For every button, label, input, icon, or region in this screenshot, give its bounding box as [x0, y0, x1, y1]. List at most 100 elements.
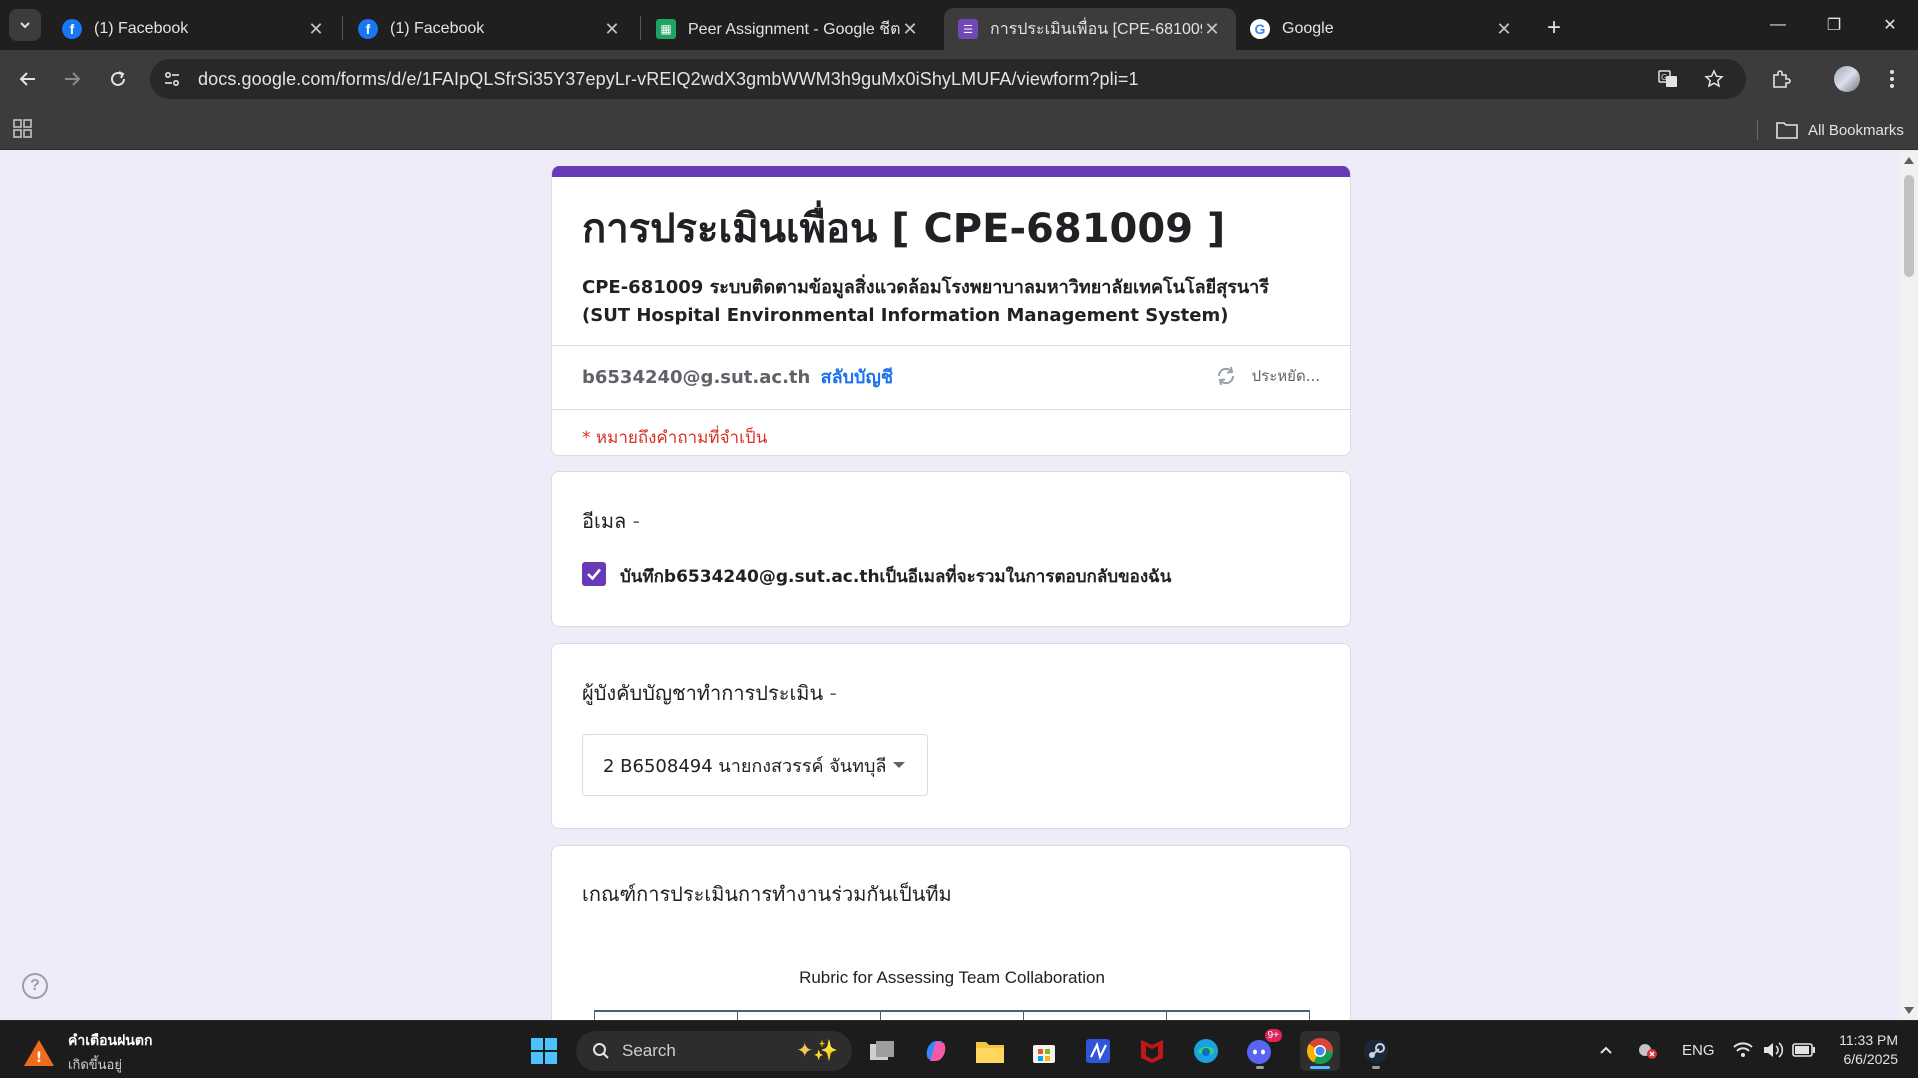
tray-app-icon[interactable]: [1636, 1021, 1658, 1078]
new-tab-button[interactable]: +: [1538, 12, 1570, 44]
browser-toolbar: docs.google.com/forms/d/e/1FAIpQLSfrSi35…: [0, 50, 1918, 108]
help-icon[interactable]: ?: [22, 973, 48, 999]
svg-text:G: G: [1661, 73, 1667, 82]
copilot-app[interactable]: [916, 1031, 956, 1071]
close-tab-icon[interactable]: ✕: [602, 19, 622, 40]
tab-title: Google: [1282, 20, 1334, 37]
account-email: b6534240@g.sut.ac.th: [582, 367, 811, 388]
facebook-icon: f: [62, 19, 82, 39]
rubric-column: [880, 1012, 1023, 1020]
switch-account-link[interactable]: สลับบัญชี: [821, 367, 893, 388]
page-scrollbar[interactable]: [1900, 151, 1918, 1020]
question-dash: -: [829, 681, 837, 705]
tab-peer-evaluation-form[interactable]: ☰ การประเมินเพื่อน [CPE-681009] ✕: [944, 8, 1236, 50]
folder-icon: [1776, 122, 1798, 139]
bookmark-star-icon[interactable]: [1698, 63, 1730, 95]
weather-widget[interactable]: ! คำเตือนฝนตก เกิดขึ้นอยู่: [22, 1030, 152, 1075]
input-language[interactable]: ENG: [1682, 1021, 1715, 1078]
question-title-text: อีเมล: [582, 509, 627, 533]
tab-search-button[interactable]: [9, 9, 41, 41]
clock-time: 11:33 PM: [1839, 1032, 1898, 1048]
close-tab-icon[interactable]: ✕: [900, 19, 920, 40]
profile-button[interactable]: [1831, 63, 1863, 95]
store-icon: [1033, 1045, 1055, 1063]
close-window-button[interactable]: ✕: [1862, 0, 1918, 50]
required-note: * หมายถึงคำถามที่จำเป็น: [582, 428, 768, 448]
arrow-left-icon: [19, 72, 35, 86]
google-forms-icon: ☰: [958, 19, 978, 39]
tab-title: Peer Assignment - Google ชีต: [688, 20, 900, 38]
tab-title: (1) Facebook: [390, 20, 485, 37]
record-email-label[interactable]: บันทึกb6534240@g.sut.ac.thเป็นอีเมลที่จะ…: [620, 563, 1171, 590]
tab-facebook-2[interactable]: f (1) Facebook ✕: [344, 8, 636, 50]
steam-app[interactable]: [1356, 1031, 1396, 1071]
scrollbar-thumb[interactable]: [1904, 175, 1914, 277]
system-clock[interactable]: 11:33 PM 6/6/2025: [1839, 1031, 1898, 1069]
chevron-up-icon: [1600, 1046, 1612, 1054]
close-tab-icon[interactable]: ✕: [1494, 19, 1514, 40]
tab-facebook-1[interactable]: f (1) Facebook ✕: [48, 8, 340, 50]
address-bar[interactable]: docs.google.com/forms/d/e/1FAIpQLSfrSi35…: [150, 59, 1746, 99]
windows-taskbar: ! คำเตือนฝนตก เกิดขึ้นอยู่ Search ✦✨ 9+: [0, 1020, 1918, 1078]
windows-logo-icon: [531, 1038, 557, 1064]
bookmarks-separator: [1757, 120, 1758, 140]
scroll-down-icon[interactable]: [1904, 1007, 1914, 1014]
minimize-button[interactable]: —: [1750, 0, 1806, 50]
question-title: เกณฑ์การประเมินการทำงานร่วมกันเป็นทีม: [582, 878, 952, 910]
evaluator-dropdown[interactable]: 2 B6508494 นายกงสวรรค์ จันทบุลี: [582, 734, 928, 796]
close-tab-icon[interactable]: ✕: [1202, 19, 1222, 40]
browser-menu-button[interactable]: [1876, 63, 1908, 95]
svg-text:!: !: [36, 1050, 42, 1066]
reload-icon: [111, 71, 125, 86]
close-tab-icon[interactable]: ✕: [306, 19, 326, 40]
translate-icon[interactable]: G: [1652, 63, 1684, 95]
rubric-column: [1166, 1012, 1310, 1020]
edge-app[interactable]: [1186, 1031, 1226, 1071]
tab-title: (1) Facebook: [94, 20, 189, 37]
running-indicator: [1372, 1066, 1380, 1069]
code-editor-icon: [1086, 1039, 1110, 1063]
facebook-icon: f: [358, 19, 378, 39]
chrome-app[interactable]: [1300, 1031, 1340, 1071]
mcafee-app[interactable]: [1132, 1031, 1172, 1071]
rubric-column: [737, 1012, 880, 1020]
sync-icon: [1217, 366, 1234, 386]
site-info-button[interactable]: [156, 63, 188, 95]
file-explorer-app[interactable]: [970, 1031, 1010, 1071]
volume-icon[interactable]: [1762, 1021, 1784, 1078]
apps-grid-icon[interactable]: [12, 117, 36, 141]
forward-button[interactable]: [56, 63, 88, 95]
question-card-evaluator: ผู้บังคับบัญชาทำการประเมิน - 2 B6508494 …: [551, 643, 1351, 829]
google-sheets-icon: ▦: [656, 19, 676, 39]
more-vertical-icon: [1890, 70, 1894, 88]
tab-title: การประเมินเพื่อน [CPE-681009]: [990, 20, 1202, 38]
question-title-text: ผู้บังคับบัญชาทำการประเมิน: [582, 681, 824, 705]
taskbar-search[interactable]: Search ✦✨: [576, 1031, 852, 1071]
record-email-checkbox[interactable]: [582, 562, 606, 586]
edge-icon: [1194, 1039, 1218, 1063]
back-button[interactable]: [12, 63, 44, 95]
rubric-column: [594, 1012, 737, 1020]
google-icon: G: [1250, 19, 1270, 39]
extensions-button[interactable]: [1765, 63, 1797, 95]
tab-google[interactable]: G Google ✕: [1236, 8, 1528, 50]
discord-app[interactable]: 9+: [1240, 1029, 1282, 1071]
microsoft-store-app[interactable]: [1024, 1031, 1064, 1071]
form-description-line: (SUT Hospital Environmental Information …: [582, 305, 1229, 326]
arrow-right-icon: [65, 72, 81, 86]
start-button[interactable]: [524, 1031, 564, 1071]
tab-peer-assignment-sheet[interactable]: ▦ Peer Assignment - Google ชีต ✕: [642, 8, 934, 50]
battery-icon[interactable]: [1792, 1021, 1816, 1078]
restore-button[interactable]: ❐: [1806, 0, 1862, 50]
reload-button[interactable]: [102, 63, 134, 95]
show-hidden-icons[interactable]: [1598, 1021, 1614, 1078]
code-editor-app[interactable]: [1078, 1031, 1118, 1071]
url-text[interactable]: docs.google.com/forms/d/e/1FAIpQLSfrSi35…: [198, 69, 1139, 90]
all-bookmarks-button[interactable]: All Bookmarks: [1776, 118, 1904, 142]
tab-separator: [640, 16, 641, 40]
puzzle-icon: [1773, 70, 1791, 88]
task-view-button[interactable]: [862, 1031, 902, 1071]
wifi-icon[interactable]: [1732, 1021, 1754, 1078]
chrome-icon: [1306, 1038, 1334, 1065]
scroll-up-icon[interactable]: [1904, 157, 1914, 164]
